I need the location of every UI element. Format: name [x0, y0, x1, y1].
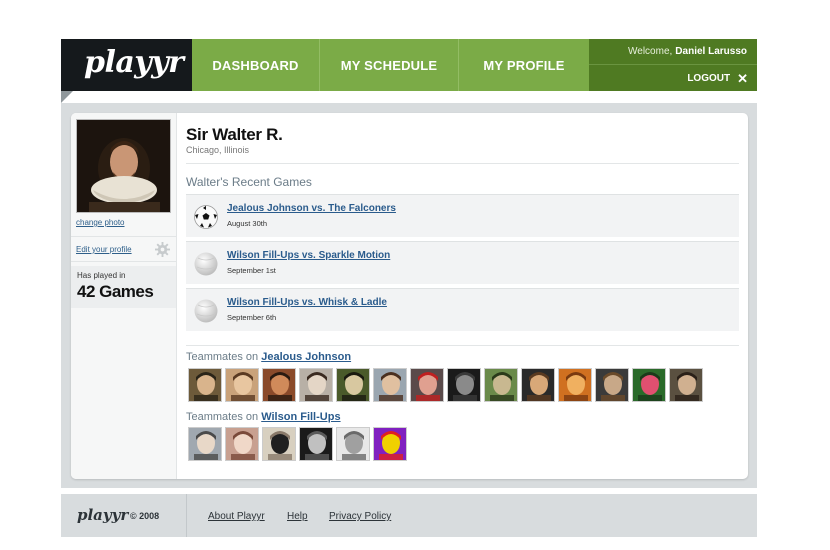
teammate-avatar[interactable] [410, 368, 444, 402]
footer-logo: playyr [77, 506, 129, 524]
volleyball-icon [194, 252, 218, 276]
teammates-prefix: Teammates on [186, 351, 259, 363]
soccer-ball-icon [194, 205, 218, 229]
nav-dashboard[interactable]: DASHBOARD [192, 39, 320, 91]
teammate-avatar[interactable] [595, 368, 629, 402]
footer: playyr © 2008 About Playyr Help Privacy … [61, 494, 757, 537]
profile-card: change photo Edit your profile Has playe… [71, 113, 748, 479]
recent-games-title: Walter's Recent Games [186, 175, 312, 189]
teammate-avatar[interactable] [373, 427, 407, 461]
footer-link-privacy[interactable]: Privacy Policy [329, 511, 391, 522]
game-link[interactable]: Jealous Johnson vs. The Falconers [227, 203, 396, 214]
logout-label: LOGOUT [687, 72, 731, 84]
games-played-box: Has played in 42 Games [71, 266, 176, 308]
footer-divider [186, 494, 187, 537]
game-row: Wilson Fill-Ups vs. Sparkle Motion Septe… [186, 241, 739, 284]
logout-button[interactable]: LOGOUT ✕ [589, 65, 757, 91]
team-link[interactable]: Wilson Fill-Ups [261, 411, 340, 423]
teammate-avatar[interactable] [558, 368, 592, 402]
close-icon: ✕ [737, 70, 748, 86]
teammate-avatar[interactable] [447, 368, 481, 402]
teammate-avatar[interactable] [225, 368, 259, 402]
edit-profile-link[interactable]: Edit your profile [76, 245, 132, 254]
teammate-avatar[interactable] [262, 427, 296, 461]
game-link[interactable]: Wilson Fill-Ups vs. Sparkle Motion [227, 250, 390, 261]
divider [186, 163, 739, 164]
teammates-avatars [188, 427, 407, 461]
logo-fold [61, 91, 73, 103]
teammate-avatar[interactable] [336, 368, 370, 402]
games-played-label: Has played in [77, 271, 126, 280]
teammate-avatar[interactable] [521, 368, 555, 402]
header: playyr DASHBOARD MY SCHEDULE MY PROFILE … [61, 39, 757, 103]
teammate-avatar[interactable] [188, 427, 222, 461]
welcome-message: Welcome, Daniel Larusso [589, 39, 757, 65]
footer-link-help[interactable]: Help [287, 511, 308, 522]
teammate-avatar[interactable] [299, 368, 333, 402]
games-played-count: 42 Games [77, 282, 154, 301]
teammate-avatar[interactable] [484, 368, 518, 402]
game-date: September 1st [227, 266, 276, 275]
game-row: Jealous Johnson vs. The Falconers August… [186, 194, 739, 237]
game-row: Wilson Fill-Ups vs. Whisk & Ladle Septem… [186, 288, 739, 331]
welcome-prefix: Welcome, [628, 46, 673, 57]
footer-copyright: © 2008 [130, 511, 160, 521]
profile-photo [76, 119, 171, 213]
teammate-avatar[interactable] [669, 368, 703, 402]
game-link[interactable]: Wilson Fill-Ups vs. Whisk & Ladle [227, 297, 387, 308]
profile-sidebar: change photo Edit your profile Has playe… [71, 113, 177, 479]
main-nav: DASHBOARD MY SCHEDULE MY PROFILE [192, 39, 589, 91]
logo-text: playyr [84, 45, 184, 80]
teammate-avatar[interactable] [373, 368, 407, 402]
teammates-heading: Teammates on Wilson Fill-Ups [186, 411, 341, 423]
teammates-prefix: Teammates on [186, 411, 259, 423]
team-link[interactable]: Jealous Johnson [261, 351, 351, 363]
volleyball-icon [194, 299, 218, 323]
nav-my-schedule[interactable]: MY SCHEDULE [320, 39, 459, 91]
gear-icon[interactable] [155, 242, 170, 257]
teammate-avatar[interactable] [632, 368, 666, 402]
user-name: Daniel Larusso [675, 46, 747, 57]
profile-name: Sir Walter R. [186, 125, 283, 144]
game-date: September 6th [227, 313, 277, 322]
teammate-avatar[interactable] [336, 427, 370, 461]
teammate-avatar[interactable] [188, 368, 222, 402]
change-photo-link[interactable]: change photo [76, 218, 125, 227]
game-date: August 30th [227, 219, 268, 228]
user-box: Welcome, Daniel Larusso LOGOUT ✕ [589, 39, 757, 91]
teammate-avatar[interactable] [225, 427, 259, 461]
profile-location: Chicago, Illinois [186, 145, 250, 155]
recent-games-list: Jealous Johnson vs. The Falconers August… [186, 194, 739, 335]
footer-link-about[interactable]: About Playyr [208, 511, 265, 522]
divider [186, 345, 739, 346]
nav-my-profile[interactable]: MY PROFILE [459, 39, 589, 91]
logo[interactable]: playyr [61, 39, 192, 103]
teammates-heading: Teammates on Jealous Johnson [186, 351, 351, 363]
teammate-avatar[interactable] [299, 427, 333, 461]
teammates-avatars [188, 368, 703, 402]
edit-profile-row: Edit your profile [71, 236, 176, 262]
teammate-avatar[interactable] [262, 368, 296, 402]
